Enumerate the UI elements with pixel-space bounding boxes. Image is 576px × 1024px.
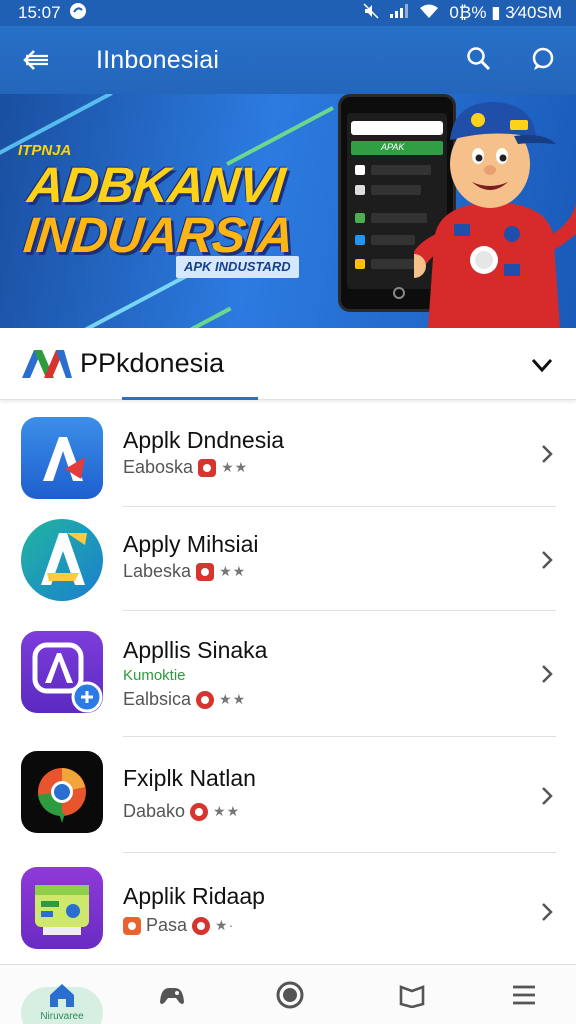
mascot-illustration bbox=[414, 102, 576, 328]
status-bar: 15:07 0₿% ▮ 3⁄40SM bbox=[0, 0, 576, 26]
badge-icon bbox=[192, 916, 211, 935]
badge-icon bbox=[190, 802, 209, 821]
apps-icon[interactable] bbox=[270, 975, 310, 1015]
phone-home-button bbox=[393, 287, 405, 299]
app-subtitle: Dabako bbox=[123, 801, 186, 821]
search-icon[interactable] bbox=[466, 46, 492, 72]
rating-stars: ★★ bbox=[221, 459, 249, 475]
app-meta: Eaboska ★★ bbox=[123, 457, 248, 478]
app-a-teal-icon bbox=[21, 519, 103, 601]
app-card-purple-icon bbox=[21, 867, 103, 949]
app-subtitle: Ealbsica bbox=[123, 689, 192, 709]
phone-app-dot bbox=[355, 185, 365, 195]
app-chrome-like-icon bbox=[21, 751, 103, 833]
phone-app-dot bbox=[355, 259, 365, 269]
chevron-right-icon bbox=[542, 903, 553, 921]
back-arrow-icon[interactable] bbox=[22, 48, 50, 72]
status-right-text: 0₿% ▮ 3⁄40SM bbox=[449, 3, 562, 22]
mute-icon bbox=[363, 2, 379, 24]
phone-app-dot bbox=[355, 165, 365, 175]
banner-subtitle: APK INDUSTARD bbox=[176, 256, 299, 278]
app-title: Applik Ridaap bbox=[123, 883, 265, 909]
sync-icon bbox=[69, 2, 87, 25]
phone-row bbox=[371, 235, 415, 245]
app-subtitle: Labeska bbox=[123, 561, 192, 581]
app-a-blue-icon bbox=[21, 417, 103, 499]
chevron-right-icon bbox=[542, 665, 553, 683]
app-title: Applk Dndnesia bbox=[123, 427, 285, 453]
nav-home-label: Niruvaree bbox=[40, 1011, 84, 1022]
app-bar-title: IInbonesiai bbox=[96, 46, 220, 74]
list-item[interactable]: Applik Ridaap Pasa ★· bbox=[0, 853, 576, 963]
badge-icon bbox=[198, 458, 217, 477]
status-time: 15:07 bbox=[18, 3, 61, 22]
app-title: Apply Mihsiai bbox=[123, 531, 259, 557]
section-logo-icon bbox=[22, 350, 72, 378]
app-subtitle: Eaboska bbox=[123, 457, 194, 477]
books-icon[interactable] bbox=[392, 975, 432, 1015]
list-item[interactable]: Applk Dndnesia Eaboska ★★ bbox=[0, 401, 576, 507]
signal-icon bbox=[389, 3, 409, 24]
list-item[interactable]: Appllis Sinaka Kumoktie Ealbsica ★★ bbox=[0, 611, 576, 737]
app-subtitle: Pasa bbox=[146, 915, 188, 935]
badge-icon bbox=[196, 690, 215, 709]
phone-app-dot bbox=[355, 235, 365, 245]
chat-icon[interactable] bbox=[530, 46, 556, 72]
menu-icon[interactable] bbox=[504, 975, 544, 1015]
bottom-nav: Niruvaree bbox=[0, 964, 576, 1024]
promo-banner[interactable]: ITPNJA ADBKANVI INDUARSIA APK INDUSTARD … bbox=[0, 94, 576, 328]
list-item[interactable]: Fxiplk Natlan Dabako ★★ bbox=[0, 737, 576, 853]
section-tab-indicator bbox=[122, 397, 258, 400]
rating-stars: ★★ bbox=[213, 803, 241, 819]
chevron-down-icon[interactable] bbox=[530, 354, 554, 374]
app-tagline: Kumoktie bbox=[123, 667, 186, 684]
app-meta: Labeska ★★ bbox=[123, 561, 246, 582]
app-meta: Dabako ★★ bbox=[123, 801, 240, 822]
rating-stars: ★· bbox=[215, 917, 235, 933]
chevron-right-icon bbox=[542, 551, 553, 569]
list-item[interactable]: Apply Mihsiai Labeska ★★ bbox=[0, 507, 576, 611]
phone-app-dot bbox=[355, 213, 365, 223]
app-bar: IInbonesiai bbox=[0, 26, 576, 94]
wifi-icon bbox=[419, 3, 439, 24]
app-title: Appllis Sinaka bbox=[123, 637, 268, 663]
rating-stars: ★★ bbox=[219, 691, 247, 707]
chevron-right-icon bbox=[542, 445, 553, 463]
app-a-purple-icon bbox=[21, 631, 103, 713]
home-icon[interactable] bbox=[42, 975, 82, 1015]
app-meta: Ealbsica ★★ bbox=[123, 689, 246, 710]
phone-label: APAK bbox=[381, 142, 405, 152]
rating-stars: ★★ bbox=[219, 563, 247, 579]
app-title: Fxiplk Natlan bbox=[123, 765, 256, 791]
chevron-right-icon bbox=[542, 787, 553, 805]
badge-icon bbox=[123, 916, 141, 935]
section-header[interactable]: PPkdonesia bbox=[0, 328, 576, 400]
section-title: PPkdonesia bbox=[80, 348, 225, 378]
app-meta: Pasa ★· bbox=[123, 915, 234, 936]
games-icon[interactable] bbox=[152, 975, 192, 1015]
badge-icon bbox=[196, 562, 215, 581]
